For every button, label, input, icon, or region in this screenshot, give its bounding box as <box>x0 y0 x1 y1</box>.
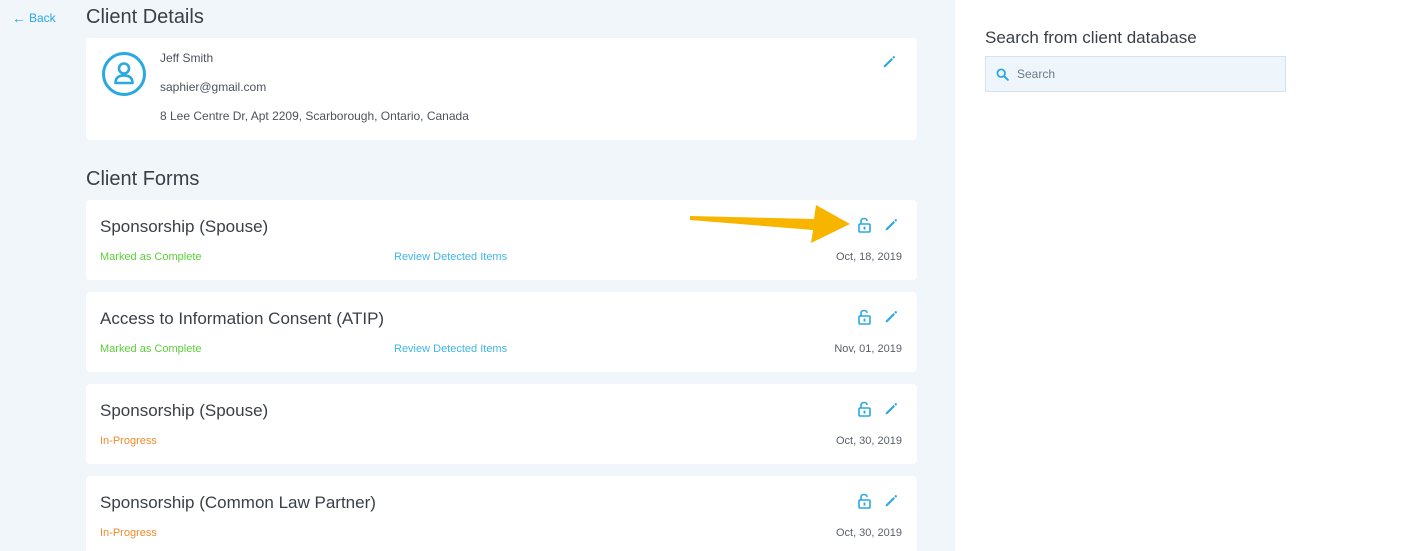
unlock-form-button[interactable] <box>855 307 873 327</box>
pencil-icon <box>885 311 897 323</box>
form-title: Sponsorship (Spouse) <box>100 401 269 420</box>
unlock-icon <box>857 493 871 509</box>
unlock-form-button[interactable] <box>855 399 873 419</box>
back-label: Back <box>29 11 56 25</box>
form-card[interactable]: Sponsorship (Spouse) Marked as Complete … <box>86 200 917 280</box>
form-date: Oct, 30, 2019 <box>835 435 902 447</box>
client-card: Jeff Smith saphier@gmail.com 8 Lee Centr… <box>86 38 917 140</box>
form-card[interactable]: Sponsorship (Common Law Partner) In-Prog… <box>86 476 917 551</box>
review-detected-items-link[interactable]: Review Detected Items <box>394 251 507 263</box>
client-address: 8 Lee Centre Dr, Apt 2209, Scarborough, … <box>160 109 469 123</box>
search-icon <box>996 67 1009 81</box>
form-card[interactable]: Access to Information Consent (ATIP) Mar… <box>86 292 917 372</box>
edit-form-button[interactable] <box>881 491 901 511</box>
unlock-icon <box>857 401 871 417</box>
back-button[interactable]: ← Back <box>12 11 56 25</box>
pencil-icon <box>885 495 897 507</box>
arrow-left-icon: ← <box>12 10 26 26</box>
page-title: Client Details <box>86 6 204 28</box>
client-name: Jeff Smith <box>160 51 214 65</box>
section-title-client-forms: Client Forms <box>86 168 200 190</box>
review-detected-items-link[interactable]: Review Detected Items <box>394 343 507 355</box>
edit-form-button[interactable] <box>881 399 901 419</box>
form-title: Sponsorship (Common Law Partner) <box>100 493 376 512</box>
user-avatar-icon <box>102 52 146 96</box>
unlock-icon <box>857 217 871 233</box>
form-status: In-Progress <box>100 435 157 447</box>
form-status: Marked as Complete <box>100 251 202 263</box>
form-card[interactable]: Sponsorship (Spouse) In-Progress Oct, 30… <box>86 384 917 464</box>
unlock-icon <box>857 309 871 325</box>
edit-client-button[interactable] <box>879 52 899 72</box>
pencil-icon <box>885 219 897 231</box>
unlock-form-button[interactable] <box>855 491 873 511</box>
search-input[interactable] <box>1017 67 1277 81</box>
pencil-icon <box>885 403 897 415</box>
main-pane: ← Back Client Details Jeff Smith saphier… <box>0 0 955 551</box>
search-box[interactable] <box>985 56 1286 92</box>
pencil-icon <box>883 56 895 68</box>
form-date: Nov, 01, 2019 <box>834 343 902 355</box>
client-email: saphier@gmail.com <box>160 80 267 94</box>
form-status: In-Progress <box>100 527 157 539</box>
edit-form-button[interactable] <box>881 307 901 327</box>
unlock-form-button[interactable] <box>855 215 873 235</box>
form-title: Access to Information Consent (ATIP) <box>100 309 385 328</box>
form-status: Marked as Complete <box>100 343 202 355</box>
form-date: Oct, 30, 2019 <box>835 527 902 539</box>
edit-form-button[interactable] <box>881 215 901 235</box>
form-title: Sponsorship (Spouse) <box>100 217 269 236</box>
search-section-title: Search from client database <box>985 28 1197 47</box>
form-date: Oct, 18, 2019 <box>835 251 902 263</box>
